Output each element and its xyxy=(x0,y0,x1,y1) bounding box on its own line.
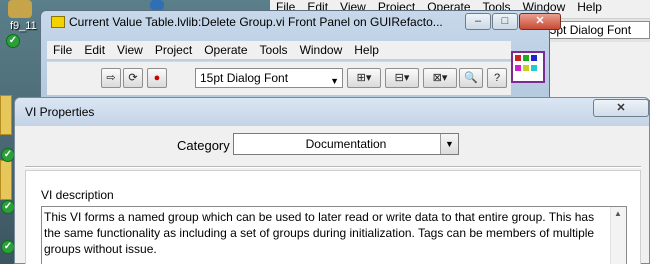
front-panel-toolbar: ⇨ ⟳ ● 15pt Dialog Font ▼ ⊞▾ ⊟▾ ⊠▾ 🔍 ? xyxy=(47,61,511,95)
desktop-folder-icon[interactable] xyxy=(0,95,12,135)
category-select[interactable]: Documentation ▼ xyxy=(233,133,459,155)
close-button[interactable]: ✕ xyxy=(519,13,561,30)
shortcut-arrow-icon[interactable] xyxy=(150,0,164,10)
abort-icon[interactable]: ● xyxy=(147,68,167,88)
menu-project[interactable]: Project xyxy=(149,41,198,59)
vi-description-text: This VI forms a named group which can be… xyxy=(44,210,595,256)
desktop-icon-label: f9_11 xyxy=(10,20,37,32)
font-select[interactable]: 15pt Dialog Font ▼ xyxy=(195,68,343,88)
labview-app-icon xyxy=(51,16,65,28)
window-controls: – □ ✕ xyxy=(465,13,561,30)
chevron-down-icon: ▼ xyxy=(330,76,339,86)
dialog-title: VI Properties xyxy=(25,105,95,119)
front-panel-title: Current Value Table.lvlib:Delete Group.v… xyxy=(69,15,443,29)
description-scrollbar[interactable]: ▲ xyxy=(610,207,626,264)
desktop-file-icon[interactable] xyxy=(8,0,32,18)
checkmark-icon: ✓ xyxy=(1,200,15,214)
run-arrow-icon[interactable]: ⇨ xyxy=(101,68,121,88)
checkmark-icon: ✓ xyxy=(1,240,15,254)
align-objects-icon[interactable]: ⊞▾ xyxy=(347,68,381,88)
vi-properties-dialog: VI Properties ✕ Category Documentation ▼… xyxy=(14,97,650,264)
run-continuously-icon[interactable]: ⟳ xyxy=(123,68,143,88)
menu-tools[interactable]: Tools xyxy=(254,41,294,59)
menu-view[interactable]: View xyxy=(111,41,149,59)
category-label: Category xyxy=(177,138,230,153)
menu-file[interactable]: File xyxy=(47,41,78,59)
vi-description-textarea[interactable]: This VI forms a named group which can be… xyxy=(41,206,627,264)
category-value: Documentation xyxy=(305,137,387,151)
vi-description-label: VI description xyxy=(41,188,114,202)
scroll-up-icon[interactable]: ▲ xyxy=(614,209,622,218)
front-panel-window: Current Value Table.lvlib:Delete Group.v… xyxy=(40,10,561,100)
distribute-objects-icon[interactable]: ⊟▾ xyxy=(385,68,419,88)
menu-operate[interactable]: Operate xyxy=(198,41,253,59)
front-panel-menu-bar: File Edit View Project Operate Tools Win… xyxy=(47,41,511,59)
vi-connector-icon[interactable] xyxy=(511,51,545,83)
menu-window[interactable]: Window xyxy=(294,41,349,59)
menu-help[interactable]: Help xyxy=(571,0,608,14)
dialog-titlebar: VI Properties ✕ xyxy=(15,98,649,126)
menu-help[interactable]: Help xyxy=(348,41,385,59)
minimize-button[interactable]: – xyxy=(465,13,491,30)
help-icon[interactable]: ? xyxy=(487,68,507,88)
divider xyxy=(25,166,641,168)
chevron-down-icon[interactable]: ▼ xyxy=(440,134,458,154)
font-select-value: 15pt Dialog Font xyxy=(200,71,289,85)
desktop-folder-icon[interactable] xyxy=(0,160,12,200)
dialog-close-button[interactable]: ✕ xyxy=(593,99,649,117)
maximize-button[interactable]: □ xyxy=(492,13,518,30)
search-icon[interactable]: 🔍 xyxy=(459,68,483,88)
menu-edit[interactable]: Edit xyxy=(78,41,111,59)
checkmark-icon: ✓ xyxy=(1,148,15,162)
checkmark-icon: ✓ xyxy=(6,34,20,48)
resize-objects-icon[interactable]: ⊠▾ xyxy=(423,68,457,88)
